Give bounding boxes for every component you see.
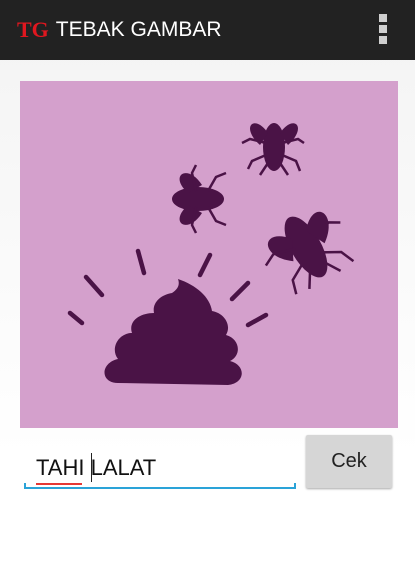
answer-field[interactable]: TAHI LALAT <box>24 441 296 491</box>
answer-field-underline <box>24 483 296 489</box>
overflow-menu-icon[interactable] <box>379 14 387 44</box>
overflow-dot <box>379 25 387 33</box>
puzzle-image <box>20 81 398 428</box>
app-title: TEBAK GAMBAR <box>55 18 222 41</box>
overflow-dot <box>379 14 387 22</box>
app-logo: TG <box>17 17 49 42</box>
text-cursor <box>91 453 92 482</box>
spellcheck-underline <box>36 483 82 485</box>
check-button[interactable]: Cek <box>306 435 392 488</box>
answer-input[interactable]: TAHI LALAT <box>36 455 156 481</box>
overflow-dot <box>379 36 387 44</box>
app-bar: TG TEBAK GAMBAR <box>0 0 415 60</box>
